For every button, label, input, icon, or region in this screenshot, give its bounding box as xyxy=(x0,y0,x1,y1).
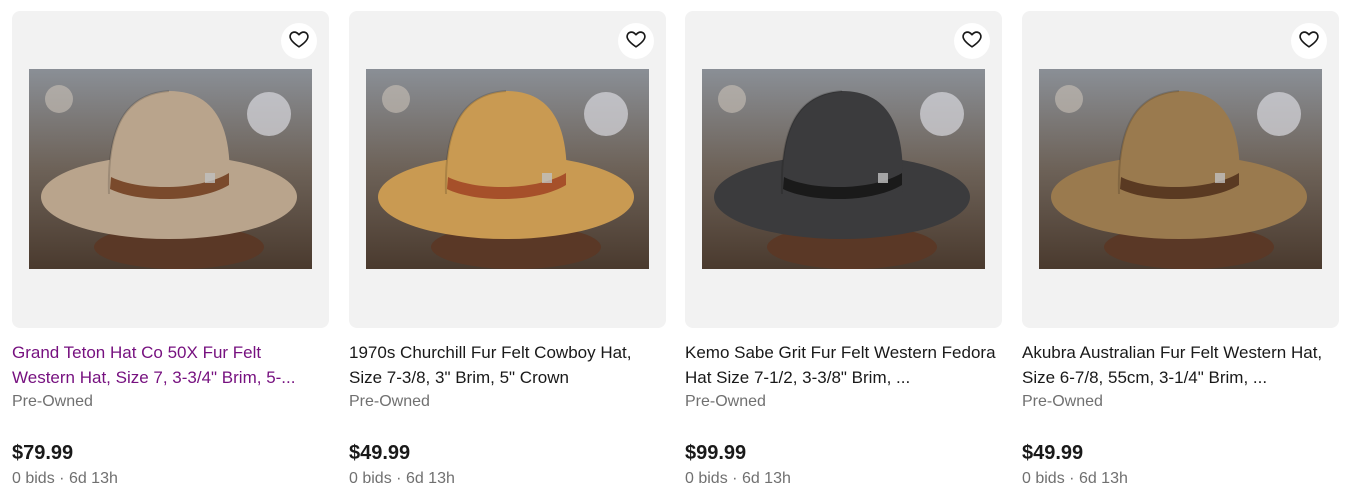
listing-condition: Pre-Owned xyxy=(685,393,766,410)
separator-dot: · xyxy=(396,470,402,487)
listing-photo[interactable] xyxy=(29,69,312,269)
listing-bid-info: 0 bids · 6d 13h xyxy=(349,468,666,490)
separator-dot: · xyxy=(1069,470,1075,487)
listing-condition: Pre-Owned xyxy=(12,393,93,410)
listing-title[interactable]: Grand Teton Hat Co 50X Fur Felt Western … xyxy=(12,340,329,390)
watch-button[interactable] xyxy=(1291,23,1327,59)
listing-bid-info: 0 bids · 6d 13h xyxy=(1022,468,1339,490)
listing-bid-info: 0 bids · 6d 13h xyxy=(685,468,1002,490)
listing-card: Grand Teton Hat Co 50X Fur Felt Western … xyxy=(12,11,329,490)
listing-image-container[interactable] xyxy=(349,11,666,328)
listing-price: $49.99 xyxy=(1022,442,1084,464)
separator-dot: · xyxy=(732,470,738,487)
listing-price: $49.99 xyxy=(349,442,411,464)
listing-condition: Pre-Owned xyxy=(349,393,430,410)
listing-condition: Pre-Owned xyxy=(1022,393,1103,410)
heart-icon xyxy=(288,28,310,55)
listing-card: 1970s Churchill Fur Felt Cowboy Hat, Siz… xyxy=(349,11,666,490)
bid-count: 0 bids xyxy=(349,470,392,487)
listing-bid-info: 0 bids · 6d 13h xyxy=(12,468,329,490)
heart-icon xyxy=(961,28,983,55)
time-left: 6d 13h xyxy=(1078,470,1128,487)
listing-grid: Grand Teton Hat Co 50X Fur Felt Western … xyxy=(0,0,1356,490)
listing-card: Akubra Australian Fur Felt Western Hat, … xyxy=(1022,11,1339,490)
watch-button[interactable] xyxy=(618,23,654,59)
bid-count: 0 bids xyxy=(12,470,55,487)
time-left: 6d 13h xyxy=(741,470,791,487)
listing-title[interactable]: Akubra Australian Fur Felt Western Hat, … xyxy=(1022,340,1339,390)
time-left: 6d 13h xyxy=(405,470,455,487)
listing-card: Kemo Sabe Grit Fur Felt Western Fedora H… xyxy=(685,11,1002,490)
listing-title[interactable]: Kemo Sabe Grit Fur Felt Western Fedora H… xyxy=(685,340,1002,390)
listing-photo[interactable] xyxy=(1039,69,1322,269)
listing-photo[interactable] xyxy=(702,69,985,269)
listing-title[interactable]: 1970s Churchill Fur Felt Cowboy Hat, Siz… xyxy=(349,340,666,390)
listing-image-container[interactable] xyxy=(1022,11,1339,328)
watch-button[interactable] xyxy=(954,23,990,59)
heart-icon xyxy=(625,28,647,55)
separator-dot: · xyxy=(59,470,65,487)
time-left: 6d 13h xyxy=(68,470,118,487)
bid-count: 0 bids xyxy=(685,470,728,487)
watch-button[interactable] xyxy=(281,23,317,59)
listing-photo[interactable] xyxy=(366,69,649,269)
listing-price: $79.99 xyxy=(12,442,74,464)
heart-icon xyxy=(1298,28,1320,55)
listing-price: $99.99 xyxy=(685,442,747,464)
bid-count: 0 bids xyxy=(1022,470,1065,487)
listing-image-container[interactable] xyxy=(12,11,329,328)
listing-image-container[interactable] xyxy=(685,11,1002,328)
